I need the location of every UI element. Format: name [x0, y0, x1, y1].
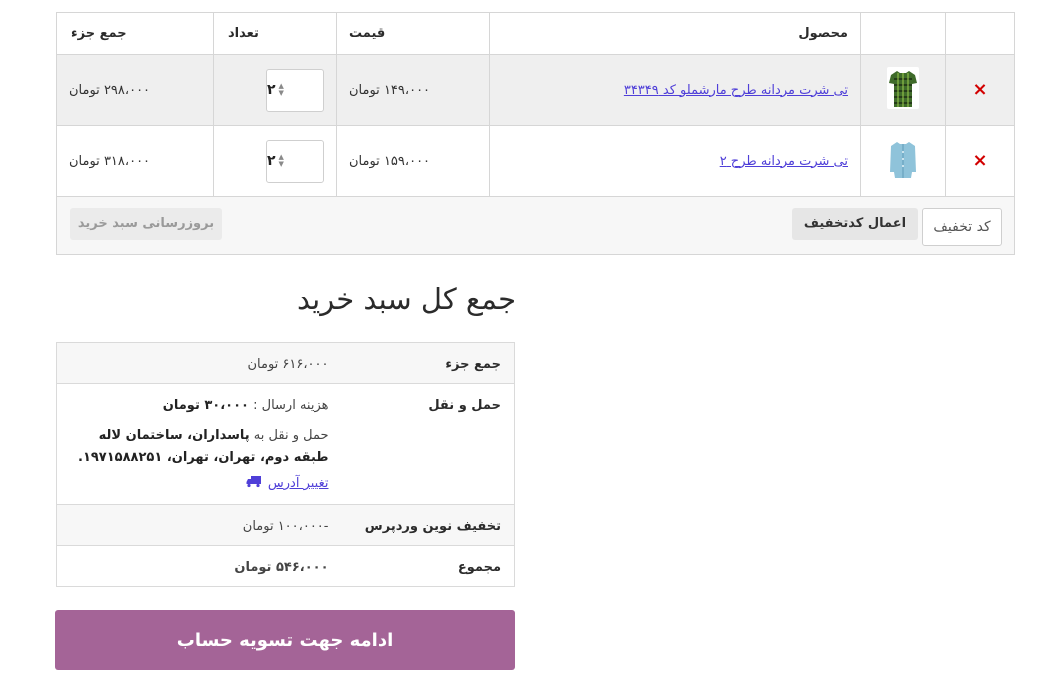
proceed-to-checkout-button[interactable]: ادامه جهت تسویه حساب [55, 610, 515, 670]
totals-order-total-row: مجموع ۵۴۶،۰۰۰ تومان [56, 545, 515, 587]
quantity-stepper[interactable]: ▲ ▼ ۲ [266, 139, 324, 183]
subtotal-value: ۶۱۶،۰۰۰ تومان [56, 342, 343, 384]
stepper-arrows-icon[interactable]: ▲ ▼ [279, 83, 284, 97]
totals-shipping-row: حمل و نقل هزینه ارسال : ۳۰،۰۰۰ تومان حمل… [56, 383, 515, 505]
discount-value: -۱۰۰،۰۰۰ تومان [56, 504, 343, 546]
product-name-cell: تی شرت مردانه طرح مارشملو کد ۳۴۳۴۹ [489, 54, 861, 126]
quantity-cell: ▲ ▼ ۲ [213, 54, 337, 126]
cart-table: محصول قیمت تعداد جمع جزء × تی شرت مردانه… [56, 12, 1015, 255]
cart-actions-row: کد تخفیف اعمال کدتخفیف بروزرسانی سبد خری… [56, 196, 1015, 255]
remove-cell: × [945, 125, 1015, 197]
cart-actions-cell: کد تخفیف اعمال کدتخفیف بروزرسانی سبد خری… [56, 196, 1015, 255]
header-subtotal: جمع جزء [56, 12, 214, 55]
product-link[interactable]: تی شرت مردانه طرح ۲ [720, 154, 848, 169]
order-total-value: ۵۴۶،۰۰۰ تومان [56, 545, 343, 587]
subtotal-label: جمع جزء [342, 342, 515, 384]
remove-cell: × [945, 54, 1015, 126]
update-cart-button[interactable]: بروزرسانی سبد خرید [70, 207, 222, 240]
apply-coupon-button[interactable]: اعمال کدتخفیف [792, 207, 918, 240]
shipping-destination: حمل و نقل به پاسداران، ساختمان لاله طبقه… [67, 425, 329, 469]
shipping-details: هزینه ارسال : ۳۰،۰۰۰ تومان حمل و نقل به … [56, 383, 343, 505]
header-remove [945, 12, 1015, 55]
shirt-icon [887, 67, 919, 109]
quantity-cell: ▲ ▼ ۲ [213, 125, 337, 197]
totals-subtotal-row: جمع جزء ۶۱۶،۰۰۰ تومان [56, 342, 515, 384]
thumbnail-cell [860, 54, 946, 126]
remove-item-button[interactable]: × [972, 81, 987, 99]
cart-header-row: محصول قیمت تعداد جمع جزء [56, 12, 1015, 55]
discount-label: تخفیف نوین وردپرس [342, 504, 515, 546]
product-subtotal: ۳۱۸،۰۰۰ تومان [56, 125, 214, 197]
shipping-method: هزینه ارسال : ۳۰،۰۰۰ تومان [67, 398, 329, 413]
change-address[interactable]: تغییر آدرس [246, 475, 329, 492]
stepper-arrows-icon[interactable]: ▲ ▼ [279, 154, 284, 168]
header-quantity: تعداد [213, 12, 337, 55]
truck-icon [246, 475, 262, 492]
remove-item-button[interactable]: × [972, 152, 987, 170]
coupon-code-input[interactable]: کد تخفیف [922, 207, 1002, 246]
cart-item-row: × تی شرت مردانه طرح ۲ ۱۵۹،۰۰۰ تومان ▲ ▼ … [56, 125, 1015, 197]
change-address-link[interactable]: تغییر آدرس [268, 476, 329, 491]
product-thumbnail[interactable] [887, 67, 919, 109]
product-price: ۱۵۹،۰۰۰ تومان [336, 125, 490, 197]
quantity-stepper[interactable]: ▲ ▼ ۲ [266, 68, 324, 112]
cart-actions: کد تخفیف اعمال کدتخفیف بروزرسانی سبد خری… [57, 198, 1014, 254]
product-price: ۱۴۹،۰۰۰ تومان [336, 54, 490, 126]
order-total-label: مجموع [342, 545, 515, 587]
quantity-value: ۲ [267, 153, 276, 169]
shipping-cost: ۳۰،۰۰۰ تومان [162, 398, 249, 413]
header-thumbnail [860, 12, 946, 55]
thumbnail-cell [860, 125, 946, 197]
cart-totals-title: جمع کل سبد خرید [296, 282, 516, 316]
product-subtotal: ۲۹۸،۰۰۰ تومان [56, 54, 214, 126]
totals-discount-row: تخفیف نوین وردپرس -۱۰۰،۰۰۰ تومان [56, 504, 515, 546]
cart-totals-table: جمع جزء ۶۱۶،۰۰۰ تومان حمل و نقل هزینه ار… [56, 342, 515, 587]
product-link[interactable]: تی شرت مردانه طرح مارشملو کد ۳۴۳۴۹ [624, 83, 848, 98]
product-thumbnail[interactable] [887, 138, 919, 180]
product-name-cell: تی شرت مردانه طرح ۲ [489, 125, 861, 197]
cart-item-row: × تی شرت مردانه طرح مارشملو کد ۳۴۳۴۹ ۱۴۹… [56, 54, 1015, 126]
header-price: قیمت [336, 12, 490, 55]
shipping-method-label: هزینه ارسال : [253, 398, 329, 413]
shirt-icon [887, 138, 919, 180]
shipping-label: حمل و نقل [342, 383, 515, 505]
header-product: محصول [489, 12, 861, 55]
shipping-to-prefix: حمل و نقل به [253, 428, 329, 443]
quantity-value: ۲ [267, 82, 276, 98]
